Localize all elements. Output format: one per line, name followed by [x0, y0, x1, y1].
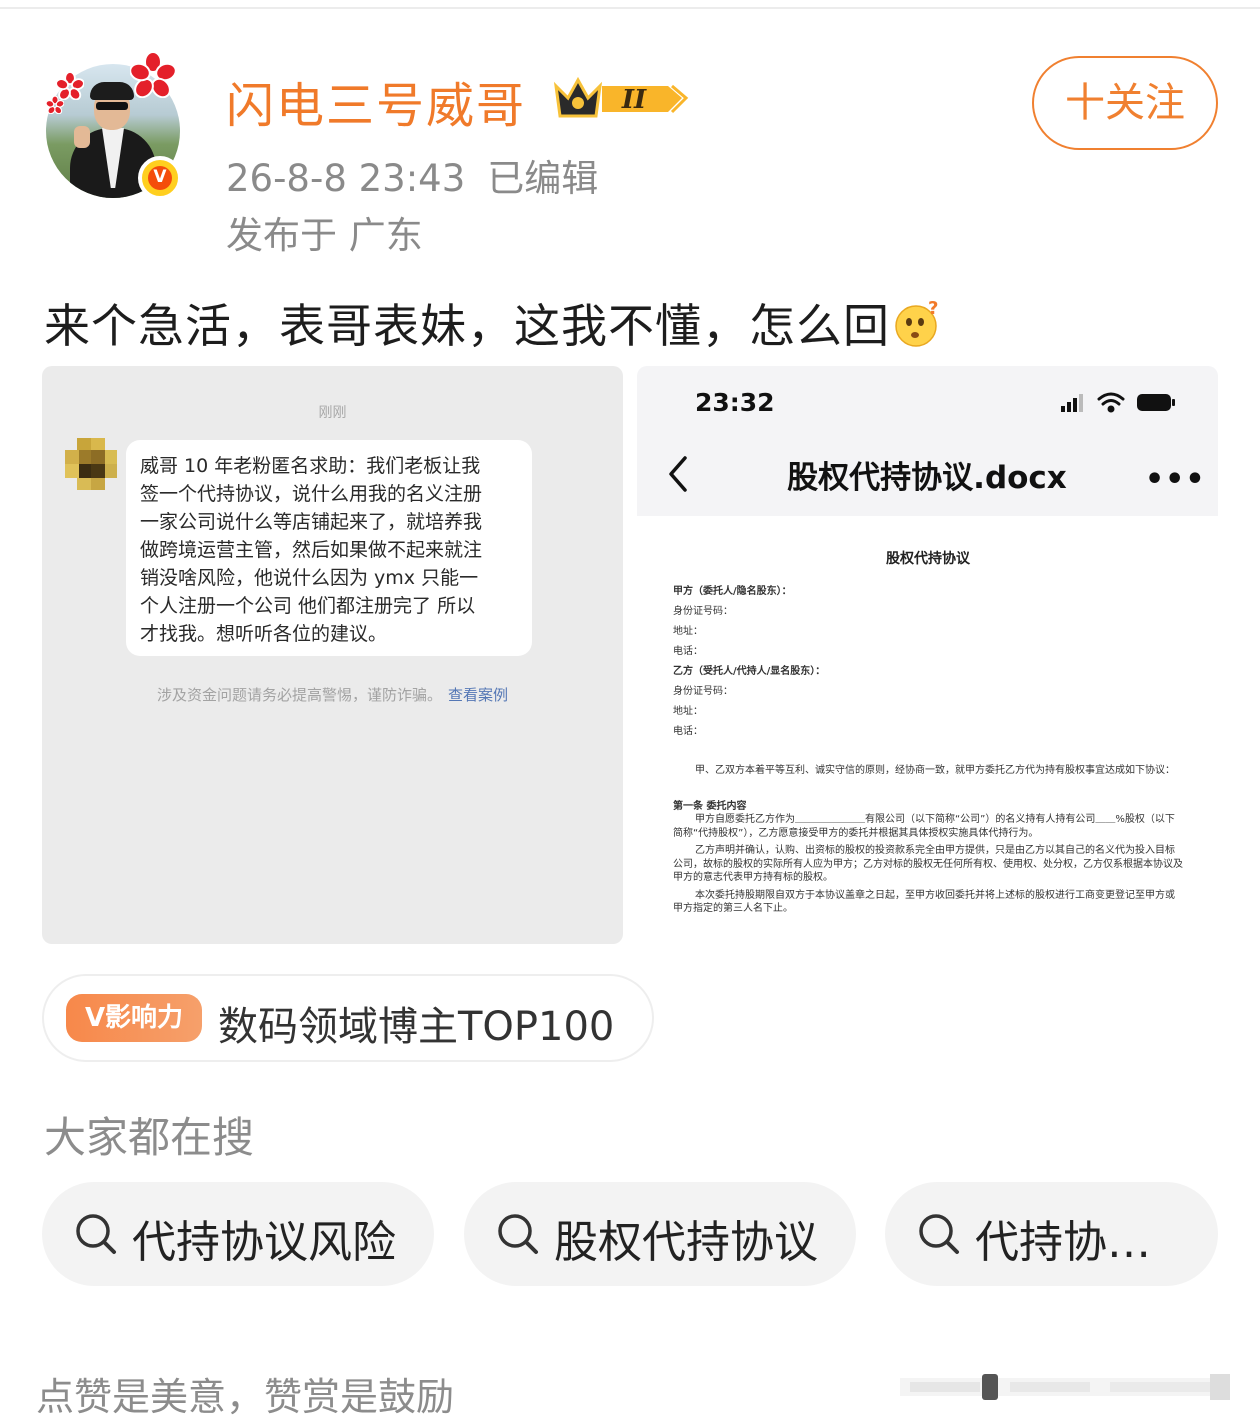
search-chip-label: 代持协… [975, 1217, 1151, 1268]
party-a-label: 甲方（委托人/隐名股东）： [673, 586, 792, 597]
post-body: 来个急活，表哥表妹，这我不懂，怎么回 [44, 299, 890, 353]
vip-crown-badge-icon: II [553, 76, 689, 118]
reward-prompt: 点赞是美意，赞赏是鼓励 [36, 1375, 455, 1419]
fraud-warning: 涉及资金问题请务必提高警惕，谨防诈骗。 查看案例 [42, 684, 623, 705]
trending-search-heading: 大家都在搜 [44, 1113, 255, 1162]
fraud-warning-text: 涉及资金问题请务必提高警惕，谨防诈骗。 [156, 686, 442, 704]
pixelated-avatar-icon [65, 438, 117, 490]
search-chip[interactable]: 代持协… [885, 1182, 1218, 1286]
chat-message-line: 做跨境运营主管，然后如果做不起来就注 [140, 539, 483, 561]
post-location: 发布于 广东 [226, 214, 423, 257]
reward-decoration [900, 1374, 1230, 1400]
edited-label[interactable]: 已编辑 [487, 157, 598, 200]
chat-message-line: 签一个代持协议，说什么用我的名义注册 [140, 483, 483, 505]
post-image-chat[interactable]: 刚刚 威哥 10 年老粉匿名求助：我们老板让我 签一个代持协议，说什么用我的名义… [42, 366, 623, 944]
flower-decoration-icon [130, 52, 176, 98]
party-b-id: 身份证号码： [673, 686, 733, 697]
chat-time: 刚刚 [318, 405, 347, 421]
svg-text:?: ? [928, 300, 939, 319]
clause-text: 本次委托持股期限自双方于本协议盖章之日起，至甲方收回委托并将上述标的股权进行工商… [673, 889, 1175, 915]
top-divider [0, 0, 1260, 9]
party-a-phone: 电话： [673, 646, 703, 657]
document-content: 股权代持协议 甲方（委托人/隐名股东）： 身份证号码： 地址： 电话： 乙方（受… [673, 548, 1183, 916]
post-image-document[interactable]: 23:32 股权代持协议.docx ••• 股权代持协议 甲方（委托人/隐名股东… [637, 366, 1218, 944]
post-timestamp: 26-8-8 23:43 [226, 157, 466, 200]
section-title: 第一条 委托内容 [673, 800, 747, 812]
post-meta: 26-8-8 23:43 已编辑 [226, 148, 598, 202]
author-name[interactable]: 闪电三号威哥 [226, 66, 526, 136]
search-chip-label: 代持协议风险 [132, 1217, 396, 1268]
thinking-face-icon: ? [895, 300, 939, 347]
search-icon [498, 1214, 538, 1254]
chat-message-line: 一家公司说什么等店铺起来了，就培养我 [140, 511, 483, 533]
wifi-icon [1097, 392, 1125, 413]
party-b-address: 地址： [673, 706, 703, 717]
flower-decoration-icon [46, 96, 64, 114]
status-bar-icons [1061, 392, 1175, 413]
back-chevron-icon[interactable] [663, 452, 693, 496]
influence-text: 数码领域博主TOP100 [218, 1004, 615, 1050]
follow-button[interactable]: 十关注 [1032, 56, 1218, 150]
search-icon [919, 1214, 959, 1254]
search-chip[interactable]: 代持协议风险 [42, 1182, 434, 1286]
influence-badge: V影响力 [66, 994, 202, 1042]
chat-message-line: 个人注册一个公司 他们都注册完了 所以 [140, 595, 476, 617]
phone-header: 23:32 股权代持协议.docx ••• [637, 366, 1218, 516]
influence-tag[interactable]: V影响力 数码领域博主TOP100 [42, 974, 654, 1062]
search-icon [76, 1214, 116, 1254]
author-avatar[interactable]: V [44, 52, 184, 200]
status-bar-time: 23:32 [695, 388, 775, 417]
document-heading: 股权代持协议 [886, 551, 970, 567]
party-a-address: 地址： [673, 626, 703, 637]
document-file-title: 股权代持协议.docx [787, 460, 1067, 496]
document-intro: 甲、乙双方本着平等互利、诚实守信的原则，经协商一致，就甲方委托乙方代为持有股权事… [695, 765, 1175, 776]
battery-icon [1137, 394, 1175, 411]
clause-text: 乙方声明并确认，认购、出资标的股权的投资款系完全由甲方提供，只是由乙方以其自己的… [673, 845, 1183, 883]
search-chip[interactable]: 股权代持协议 [464, 1182, 856, 1286]
more-options-icon[interactable]: ••• [1145, 462, 1206, 497]
clause-text: 甲方自愿委托乙方作为＿＿＿＿＿＿＿有限公司（以下简称“公司”）的名义持有人持有公… [673, 814, 1175, 839]
party-b-phone: 电话： [673, 726, 703, 737]
post-text: 来个急活，表哥表妹，这我不懂，怎么回 ? [44, 290, 940, 356]
verified-badge-icon: V [138, 156, 182, 200]
chat-message-line: 威哥 10 年老粉匿名求助：我们老板让我 [140, 455, 481, 477]
chat-message-bubble: 威哥 10 年老粉匿名求助：我们老板让我 签一个代持协议，说什么用我的名义注册 … [126, 440, 532, 656]
party-a-id: 身份证号码： [673, 606, 733, 617]
party-b-label: 乙方（受托人/代持人/显名股东）： [673, 666, 826, 677]
vip-level-text: II [621, 85, 647, 115]
chat-message-line: 销没啥风险，他说什么因为 ymx 只能一 [140, 567, 479, 589]
view-cases-link[interactable]: 查看案例 [448, 686, 508, 704]
chat-message-line: 才找我。想听听各位的建议。 [140, 623, 388, 645]
search-chip-label: 股权代持协议 [554, 1217, 818, 1268]
signal-icon [1061, 394, 1083, 412]
